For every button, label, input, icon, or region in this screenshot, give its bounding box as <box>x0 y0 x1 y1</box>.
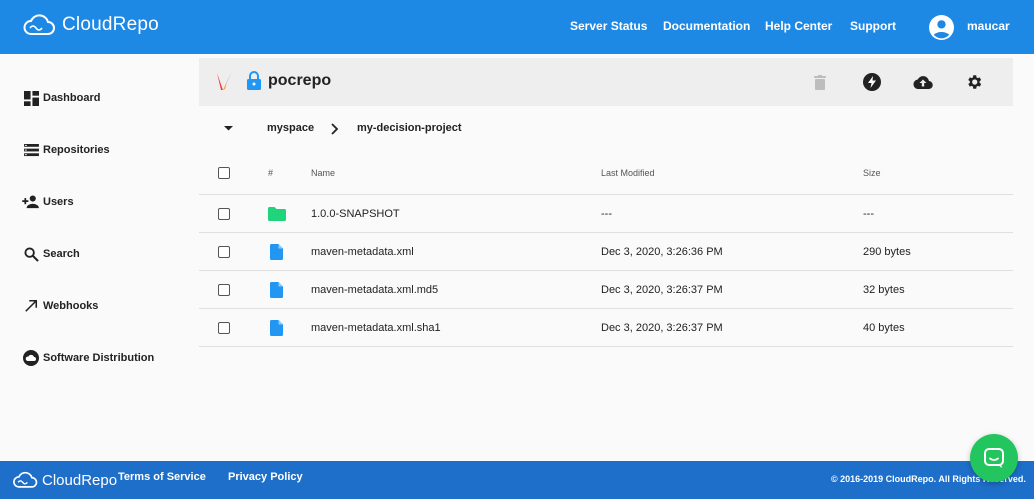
repo-header: pocrepo <box>199 58 1013 106</box>
footer: CloudRepo Terms of Service Privacy Polic… <box>0 461 1034 499</box>
file-table: # Name Last Modified Size 1.0.0-SNAPSHOT… <box>199 152 1013 347</box>
cloud-icon <box>22 349 40 367</box>
bolt-icon <box>863 73 881 91</box>
nav-support[interactable]: Support <box>850 19 896 33</box>
file-icon-cell <box>270 271 283 308</box>
file-icon <box>270 281 283 298</box>
last-modified: Dec 3, 2020, 3:26:37 PM <box>601 321 723 334</box>
row-select-cell <box>218 271 230 308</box>
sidebar-item-label: Search <box>43 248 80 260</box>
terms-of-service-link[interactable]: Terms of Service <box>118 471 206 483</box>
sidebar-item-software-distribution[interactable]: Software Distribution <box>22 348 154 368</box>
nav-documentation[interactable]: Documentation <box>663 19 750 33</box>
settings-button[interactable] <box>963 71 985 93</box>
list-icon <box>22 141 40 159</box>
nav-server-status[interactable]: Server Status <box>570 19 647 33</box>
table-row[interactable]: maven-metadata.xml.sha1 Dec 3, 2020, 3:2… <box>199 309 1013 347</box>
file-name[interactable]: maven-metadata.xml <box>311 233 414 270</box>
sidebar-item-label: Users <box>43 196 74 208</box>
select-all-cell <box>218 152 230 194</box>
breadcrumb-item-project[interactable]: my-decision-project <box>357 122 462 134</box>
sidebar-item-label: Dashboard <box>43 92 101 104</box>
chat-icon <box>984 448 1004 468</box>
file-name[interactable]: maven-metadata.xml.md5 <box>311 271 438 308</box>
column-header-name[interactable]: Name <box>311 152 335 194</box>
column-header-size[interactable]: Size <box>863 152 881 194</box>
file-name[interactable]: maven-metadata.xml.sha1 <box>311 309 441 346</box>
arrow-up-right-icon <box>22 297 40 315</box>
table-row[interactable]: maven-metadata.xml.md5 Dec 3, 2020, 3:26… <box>199 271 1013 309</box>
column-header-index: # <box>268 168 274 178</box>
row-checkbox[interactable] <box>218 207 230 220</box>
folder-icon <box>268 206 286 221</box>
upload-button[interactable] <box>912 71 934 93</box>
sidebar-item-label: Webhooks <box>43 300 99 312</box>
sidebar-item-users[interactable]: Users <box>22 192 74 212</box>
table-header: # Name Last Modified Size <box>199 152 1013 195</box>
search-icon <box>22 245 40 263</box>
table-row[interactable]: maven-metadata.xml Dec 3, 2020, 3:26:36 … <box>199 233 1013 271</box>
cloud-logo-icon <box>13 471 38 488</box>
chat-button[interactable] <box>970 434 1018 482</box>
file-size: 290 bytes <box>863 245 911 258</box>
row-select-cell <box>218 195 230 232</box>
footer-brand-name: CloudRepo <box>42 471 118 489</box>
sidebar-item-search[interactable]: Search <box>22 244 80 264</box>
dashboard-icon <box>22 89 40 107</box>
repo-name: pocrepo <box>268 72 332 89</box>
last-modified: Dec 3, 2020, 3:26:37 PM <box>601 283 723 296</box>
breadcrumb-item-myspace[interactable]: myspace <box>267 122 314 134</box>
delete-button[interactable] <box>809 71 831 93</box>
person-add-icon <box>22 193 40 211</box>
column-header-last-modified[interactable]: Last Modified <box>601 152 655 194</box>
lock-icon <box>247 71 261 90</box>
nav-help-center[interactable]: Help Center <box>765 19 832 33</box>
gear-icon <box>968 75 982 89</box>
file-size: 32 bytes <box>863 283 905 296</box>
brand-name: CloudRepo <box>62 14 159 35</box>
cloud-logo-icon <box>23 14 55 35</box>
cloudrepo-logo[interactable]: CloudRepo <box>22 12 159 38</box>
delete-icon <box>814 74 826 90</box>
privacy-policy-link[interactable]: Privacy Policy <box>228 471 303 483</box>
footer-logo[interactable]: CloudRepo <box>12 470 117 490</box>
chevron-right-icon <box>331 123 339 135</box>
quick-action-button[interactable] <box>861 71 883 93</box>
file-size: 40 bytes <box>863 321 905 334</box>
breadcrumb-dropdown-icon[interactable] <box>223 124 234 132</box>
sidebar-item-label: Software Distribution <box>43 352 155 364</box>
row-checkbox[interactable] <box>218 245 230 258</box>
file-icon-cell <box>270 309 283 346</box>
last-modified: Dec 3, 2020, 3:26:36 PM <box>601 245 723 258</box>
row-select-cell <box>218 233 230 270</box>
sidebar-item-repositories[interactable]: Repositories <box>22 140 110 160</box>
file-icon <box>270 243 283 260</box>
folder-icon-cell <box>268 195 286 232</box>
sidebar-item-dashboard[interactable]: Dashboard <box>22 88 100 108</box>
table-row[interactable]: 1.0.0-SNAPSHOT --- --- <box>199 195 1013 233</box>
file-icon <box>270 319 283 336</box>
sidebar-item-webhooks[interactable]: Webhooks <box>22 296 98 316</box>
last-modified: --- <box>601 207 612 220</box>
row-select-cell <box>218 309 230 346</box>
maven-feather-icon <box>217 71 232 90</box>
user-name[interactable]: maucar <box>967 19 1010 33</box>
file-icon-cell <box>270 233 283 270</box>
top-navbar: CloudRepo Server Status Documentation He… <box>0 0 1034 54</box>
account-circle-icon[interactable] <box>929 15 954 40</box>
sidebar-item-label: Repositories <box>43 144 110 156</box>
row-checkbox[interactable] <box>218 321 230 334</box>
select-all-checkbox[interactable] <box>218 167 230 179</box>
cloud-upload-icon <box>913 75 933 89</box>
file-name[interactable]: 1.0.0-SNAPSHOT <box>311 195 400 232</box>
file-size: --- <box>863 207 874 220</box>
row-checkbox[interactable] <box>218 283 230 296</box>
